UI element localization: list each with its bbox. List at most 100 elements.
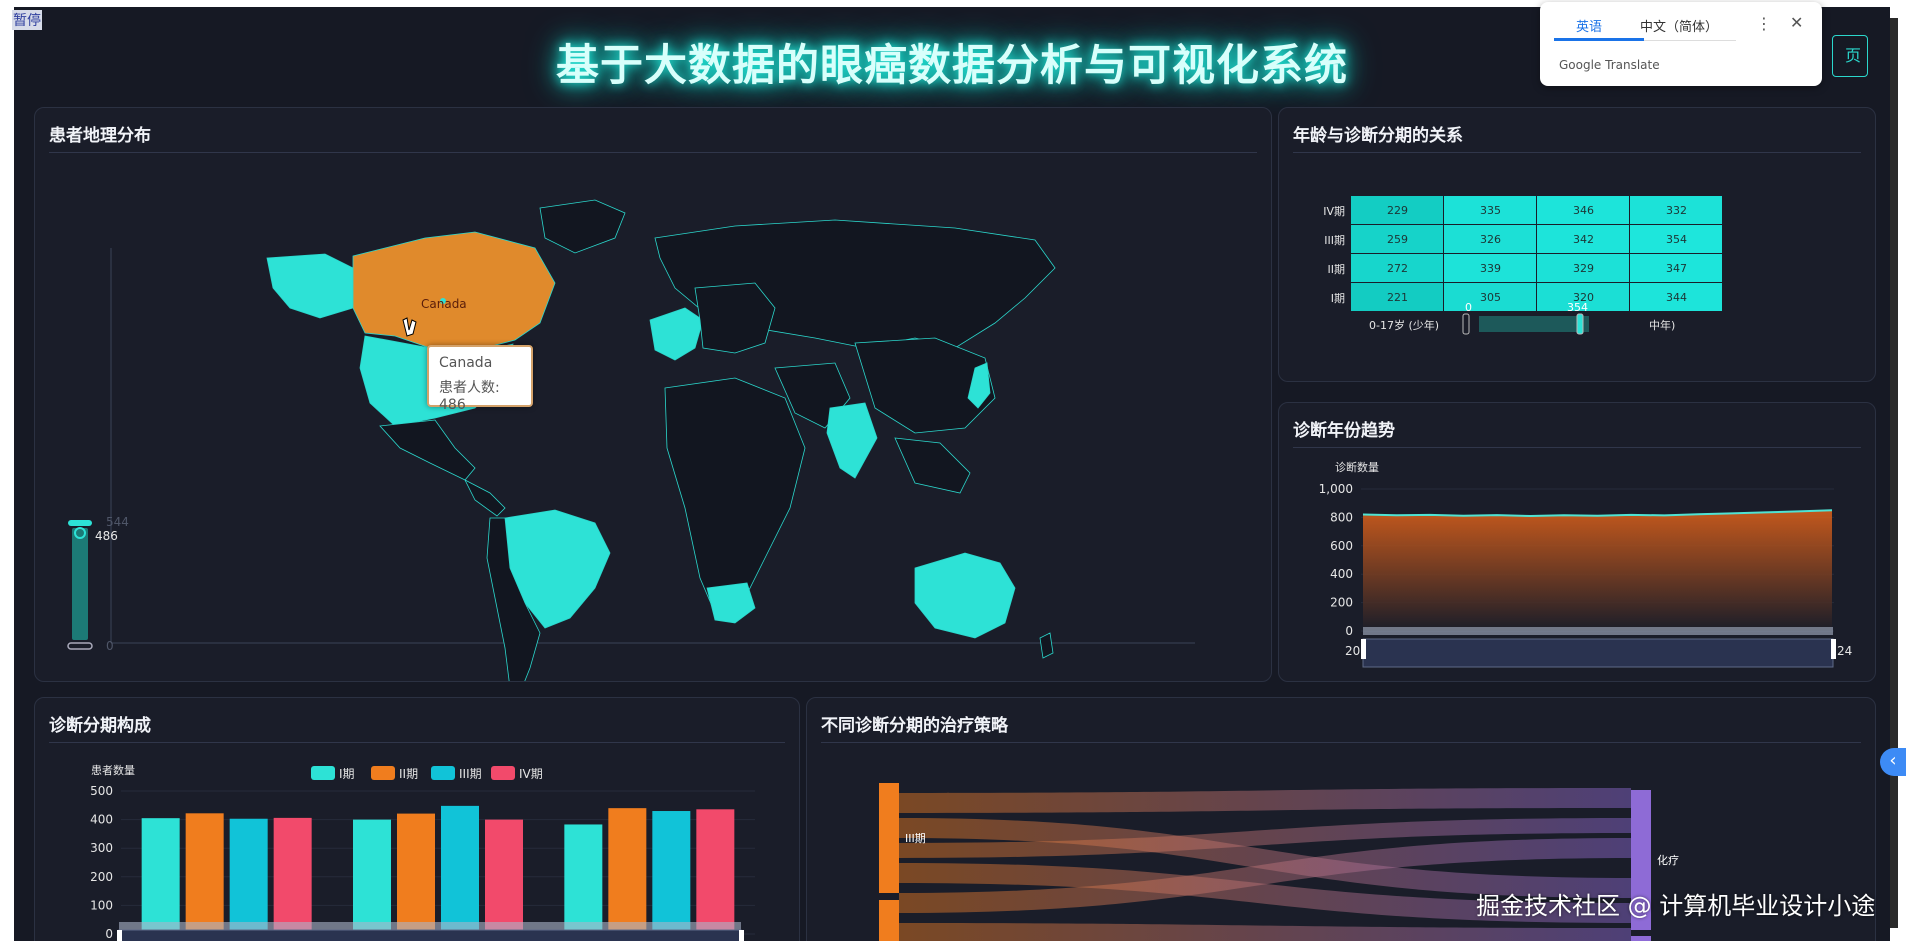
- bar-mark: [652, 811, 691, 934]
- trend-y-axis-title: 诊断数量: [1335, 460, 1379, 474]
- bar-legend-label: IV期: [519, 767, 543, 781]
- sankey-link: [899, 788, 1631, 813]
- watermark-text: 掘金技术社区 @ 计算机毕业设计小途: [1476, 892, 1876, 920]
- bar-legend-swatch: [371, 766, 395, 780]
- map-panel: 患者地理分布 Canada 544 486 0 Canada 患者人数: 486: [34, 107, 1272, 682]
- sankey-node-label: 化疗: [1657, 853, 1679, 867]
- heatmap-cell-label: 329: [1573, 262, 1594, 275]
- heatmap-visualmap-max: 354: [1567, 301, 1588, 314]
- sankey-node-label: III期: [905, 832, 926, 845]
- bar-y-tick: 200: [90, 870, 113, 884]
- map-new-zealand-region: [1039, 632, 1054, 659]
- sankey-node-left: [879, 900, 899, 941]
- map-tooltip: Canada 患者人数: 486: [427, 345, 533, 413]
- stage-bar-panel: 诊断分期构成 患者数量 500 400 300 200 100 0 I期 II期 III期 IV期: [34, 697, 800, 941]
- bar-mark: [353, 819, 391, 934]
- bar-y-tick: 400: [90, 813, 113, 827]
- heatmap-cell-label: 259: [1387, 233, 1408, 246]
- translate-tab-chinese[interactable]: 中文（简体）: [1640, 16, 1718, 35]
- heatmap-x-label: 中年): [1649, 318, 1675, 332]
- trend-y-tick: 600: [1330, 539, 1353, 553]
- map-southeast-asia-region: [894, 437, 971, 494]
- bar-legend-label: II期: [399, 767, 418, 781]
- bar-y-axis-title: 患者数量: [91, 764, 135, 777]
- heatmap-visualmap-handle-left: [1462, 313, 1470, 335]
- trend-panel: 诊断年份趋势 诊断数量 1,000 800 600 400 200 0 20 24: [1278, 402, 1876, 682]
- heatmap-panel: 年龄与诊断分期的关系 IV期 229 335 346 332 III期 259 326 342 3…: [1278, 107, 1876, 382]
- heatmap-cell-label: 229: [1387, 204, 1408, 217]
- translate-tab-english[interactable]: 英语: [1576, 16, 1602, 35]
- visualmap-handle-bottom: [67, 642, 93, 650]
- heatmap-cell-label: 347: [1666, 262, 1687, 275]
- heatmap-visualmap-handle-right: [1576, 313, 1584, 335]
- stage-bar-chart[interactable]: 患者数量 500 400 300 200 100 0 I期 II期 III期 IV期: [35, 698, 800, 941]
- bar-mark: [564, 824, 603, 934]
- sankey-node-right: [1631, 936, 1651, 941]
- sankey-node-left: [879, 783, 899, 893]
- bar-datazoom-track: [118, 929, 742, 941]
- trend-y-tick: 1,000: [1319, 482, 1353, 496]
- visualmap-current-label: 486: [95, 529, 118, 543]
- heatmap-y-label: IV期: [1323, 205, 1345, 218]
- google-translate-popup: 英语 中文（简体） ⋮ ✕ Google Translate: [1540, 2, 1822, 86]
- bar-mark: [485, 819, 523, 934]
- map-europe-region: [694, 282, 776, 354]
- chevron-left-icon[interactable]: ‹: [1880, 748, 1906, 776]
- bar-datazoom-bar: [119, 922, 741, 930]
- close-icon[interactable]: ✕: [1790, 13, 1803, 32]
- bar-mark: [273, 817, 312, 934]
- dashboard-screen: 基于大数据的眼癌数据分析与可视化系统 页 患者地理分布 Canada 544 4…: [14, 7, 1890, 941]
- pause-label[interactable]: 暂停: [12, 10, 42, 30]
- heatmap-cell-label: 335: [1480, 204, 1501, 217]
- visualmap-min-label: 0: [106, 639, 114, 653]
- bar-mark: [608, 808, 647, 934]
- trend-datazoom-handle-right: [1831, 639, 1836, 659]
- bar-legend-swatch: [431, 766, 455, 780]
- map-western-europe-region: [649, 307, 704, 361]
- heatmap-y-label: I期: [1331, 292, 1345, 305]
- visualmap-handle-top: [68, 520, 92, 526]
- map-visualmap[interactable]: 544 486 0: [67, 515, 129, 653]
- heatmap-cell-label: 344: [1666, 291, 1687, 304]
- heatmap-cell-label: 272: [1387, 262, 1408, 275]
- heatmap-chart[interactable]: IV期 229 335 346 332 III期 259 326 342 354 II期 272 339…: [1279, 108, 1876, 382]
- trend-chart[interactable]: 诊断数量 1,000 800 600 400 200 0 20 24: [1279, 403, 1876, 682]
- sankey-link: [899, 923, 1631, 941]
- scrollbar-thumb[interactable]: [1890, 18, 1898, 928]
- tooltip-country: Canada: [439, 355, 493, 371]
- map-alaska-region: [266, 253, 354, 319]
- world-map-chart[interactable]: Canada 544 486 0: [35, 108, 1272, 682]
- bar-y-tick: 300: [90, 841, 113, 855]
- trend-y-tick: 400: [1330, 567, 1353, 581]
- map-central-america-region: [464, 479, 506, 517]
- bar-mark: [441, 805, 479, 934]
- heatmap-y-label: III期: [1324, 234, 1345, 247]
- trend-y-tick: 0: [1345, 624, 1353, 638]
- heatmap-cell-label: 346: [1573, 204, 1594, 217]
- bar-y-tick: 0: [105, 927, 113, 941]
- heatmap-cell-label: 221: [1387, 291, 1408, 304]
- bar-datazoom-handle-left: [117, 930, 122, 941]
- heatmap-x-label: 0-17岁 (少年): [1369, 318, 1439, 332]
- trend-datazoom-start-label: 20: [1345, 644, 1360, 658]
- trend-datazoom-bar: [1363, 627, 1833, 635]
- visualmap-max-label: 544: [106, 515, 129, 529]
- trend-area: [1363, 510, 1832, 631]
- map-australia-region: [914, 552, 1016, 639]
- map-land: [266, 199, 1056, 681]
- map-africa-region: [664, 377, 806, 614]
- bar-legend-swatch: [311, 766, 335, 780]
- trend-datazoom-end-label: 24: [1837, 644, 1852, 658]
- more-options-icon[interactable]: ⋮: [1756, 14, 1772, 33]
- bar-mark: [229, 818, 268, 934]
- tooltip-value: 患者人数: 486: [439, 380, 500, 413]
- bar-legend-swatch: [491, 766, 515, 780]
- heatmap-cell-label: 339: [1480, 262, 1501, 275]
- bar-mark: [141, 818, 180, 934]
- translate-tab-underline: [1554, 38, 1644, 41]
- trend-datazoom-track: [1362, 638, 1834, 668]
- heatmap-y-label: II期: [1328, 263, 1346, 276]
- trend-y-tick: 200: [1330, 596, 1353, 610]
- visualmap-bar: [72, 528, 88, 640]
- home-button[interactable]: 页: [1832, 35, 1868, 77]
